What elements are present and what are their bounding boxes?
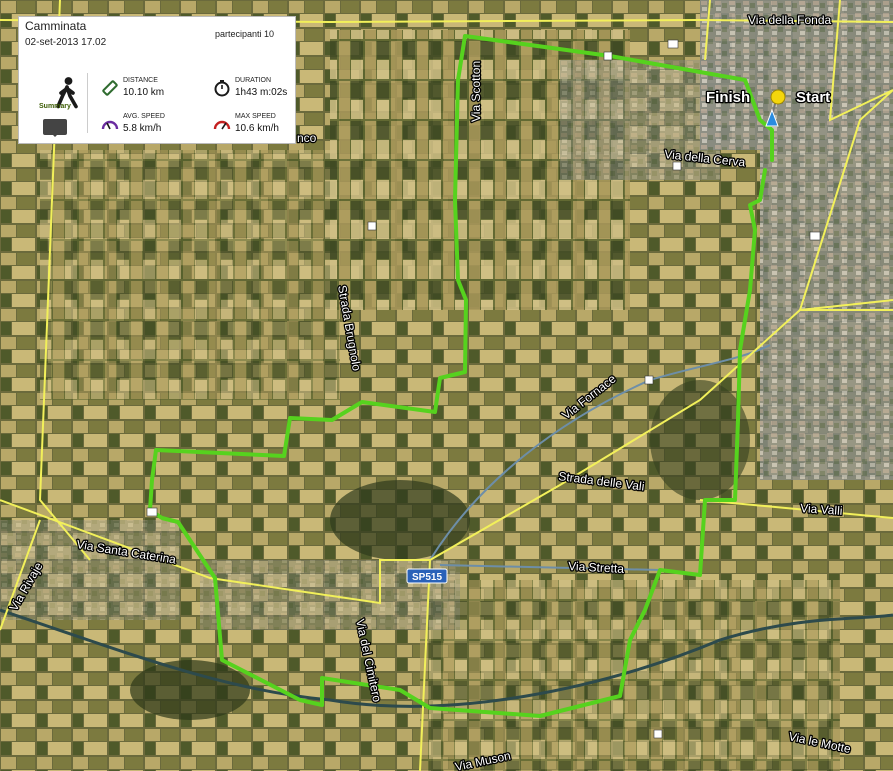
poi-icon — [367, 221, 377, 231]
svg-text:SP515: SP515 — [412, 572, 442, 583]
town-area — [760, 150, 893, 480]
participants-count: partecipanti 10 — [215, 29, 275, 39]
poi-icon — [603, 51, 613, 61]
duration-label: DURATION — [235, 77, 272, 84]
street-label: nco — [297, 131, 317, 145]
street-label: Via Scotton — [469, 61, 483, 122]
distance-value: 10.10 km — [123, 87, 165, 98]
activity-title: Camminata — [25, 19, 87, 33]
street-label: Via Stretta — [568, 559, 625, 576]
poi-icon — [146, 507, 158, 517]
activity-date: 02-set-2013 17.02 — [25, 37, 107, 48]
street-label: Via della Fonda — [748, 13, 832, 27]
max-speedometer-icon — [213, 120, 231, 130]
distance-label: DISTANCE — [123, 77, 158, 84]
poi-icon — [644, 375, 654, 385]
avg-speed-label: AVG. SPEED — [123, 113, 165, 120]
stopwatch-icon — [214, 80, 230, 97]
road-shield: SP515 — [406, 568, 448, 584]
divider — [87, 73, 88, 133]
poi-icon — [667, 39, 679, 49]
field-area — [420, 580, 840, 771]
avg-speed-value: 5.8 km/h — [123, 123, 162, 134]
finish-label: Finish — [706, 89, 750, 106]
poi-icon — [809, 231, 821, 241]
summary-label: Summary — [39, 103, 71, 110]
comment-button[interactable] — [43, 119, 67, 137]
poi-icon — [672, 161, 682, 171]
ruler-icon — [102, 80, 118, 96]
start-label: Start — [796, 89, 830, 106]
field-area — [40, 150, 340, 400]
tree-patch — [130, 660, 250, 720]
speedometer-icon — [101, 120, 119, 130]
activity-summary-panel: Camminata 02-set-2013 17.02 partecipanti… — [18, 16, 296, 144]
max-speed-label: MAX SPEED — [235, 113, 276, 120]
duration-value: 1h43 m:02s — [235, 87, 288, 98]
max-speed-value: 10.6 km/h — [235, 123, 279, 134]
street-label: Via Valli — [800, 501, 843, 518]
poi-icon — [653, 729, 663, 739]
